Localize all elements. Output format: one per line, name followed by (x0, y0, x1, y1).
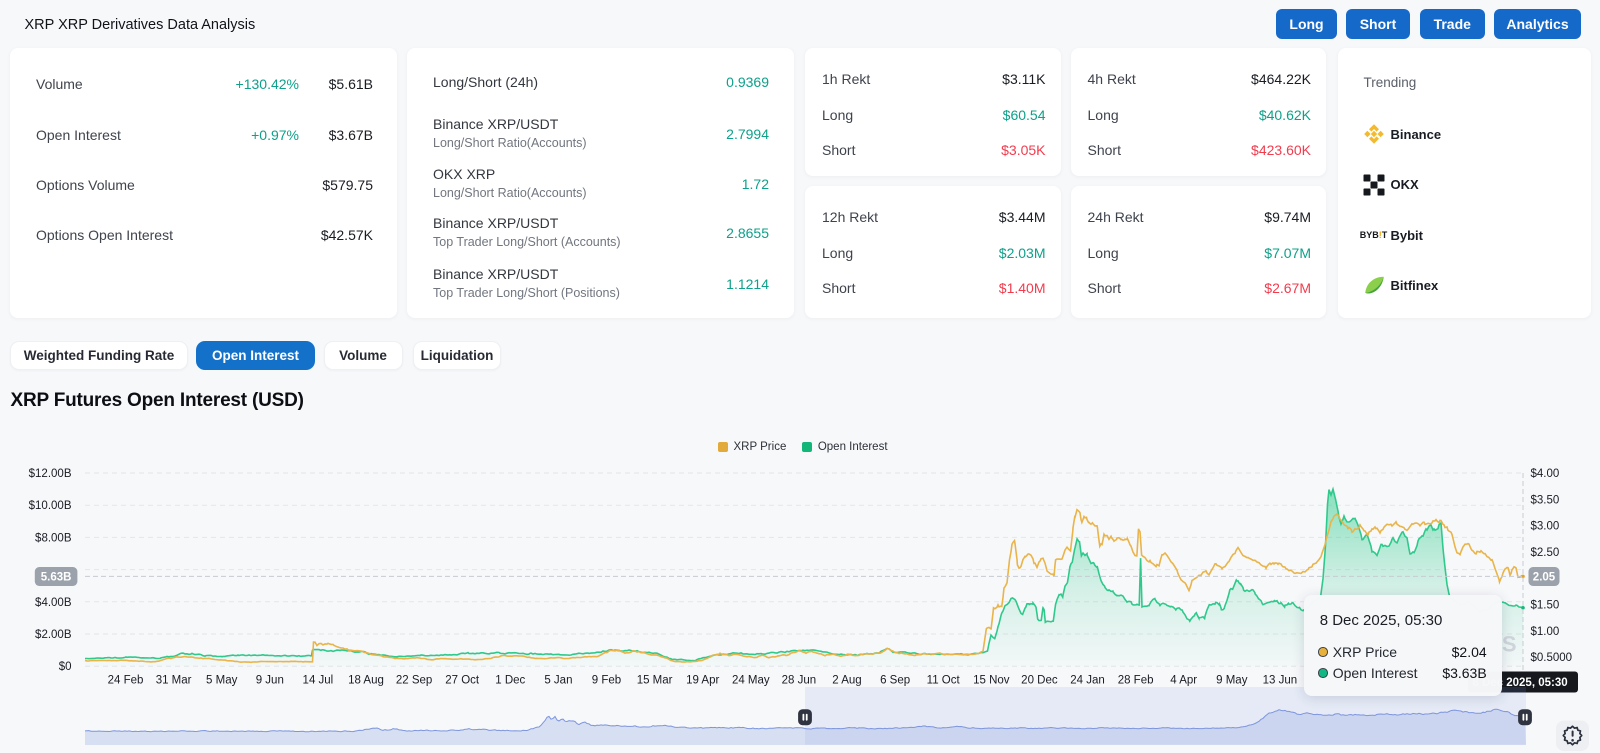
svg-text:$1.50: $1.50 (1531, 600, 1560, 612)
svg-text:$3.00: $3.00 (1531, 521, 1560, 533)
svg-text:14 Jul: 14 Jul (303, 675, 334, 687)
svg-text:24 May: 24 May (732, 675, 770, 687)
svg-text:$1.00: $1.00 (1531, 626, 1560, 638)
svg-text:$12.00B: $12.00B (29, 468, 72, 480)
svg-text:$10.00B: $10.00B (29, 500, 72, 512)
svg-text:$0: $0 (59, 661, 72, 673)
svg-text:1 Dec: 1 Dec (495, 675, 525, 687)
svg-text:$4.00B: $4.00B (35, 597, 72, 609)
svg-text:$0.5000: $0.5000 (1531, 652, 1573, 664)
svg-text:9 Jun: 9 Jun (256, 675, 284, 687)
svg-text:28 Jun: 28 Jun (782, 675, 817, 687)
svg-text:15 Nov: 15 Nov (973, 675, 1010, 687)
svg-text:$8.00B: $8.00B (35, 532, 72, 544)
svg-text:$2.50: $2.50 (1531, 547, 1560, 559)
svg-text:22 Sep: 22 Sep (396, 675, 432, 687)
svg-text:19 Apr: 19 Apr (686, 675, 719, 687)
svg-text:2 Aug: 2 Aug (832, 675, 861, 687)
svg-text:2.05: 2.05 (1533, 572, 1556, 584)
svg-text:20 Dec: 20 Dec (1021, 675, 1058, 687)
svg-text:5 May: 5 May (206, 675, 238, 687)
svg-text:5 Jan: 5 Jan (544, 675, 572, 687)
svg-text:9 May: 9 May (1216, 675, 1248, 687)
svg-text:28 Feb: 28 Feb (1118, 675, 1154, 687)
svg-text:18 Aug: 18 Aug (348, 675, 384, 687)
svg-text:31 Mar: 31 Mar (156, 675, 192, 687)
svg-text:24 Jan: 24 Jan (1070, 675, 1105, 687)
svg-text:4 Apr: 4 Apr (1170, 675, 1197, 687)
svg-text:$2.00B: $2.00B (35, 629, 72, 641)
svg-text:13 Jun: 13 Jun (1263, 675, 1298, 687)
svg-text:9 Feb: 9 Feb (592, 675, 621, 687)
svg-text:5.63B: 5.63B (41, 572, 72, 584)
svg-text:6 Sep: 6 Sep (880, 675, 910, 687)
svg-text:24 Feb: 24 Feb (108, 675, 144, 687)
svg-text:15 Mar: 15 Mar (637, 675, 673, 687)
svg-text:$3.50: $3.50 (1531, 494, 1560, 506)
svg-text:$4.00: $4.00 (1531, 468, 1560, 480)
svg-text:11 Oct: 11 Oct (927, 675, 961, 687)
svg-text:27 Oct: 27 Oct (445, 675, 480, 687)
